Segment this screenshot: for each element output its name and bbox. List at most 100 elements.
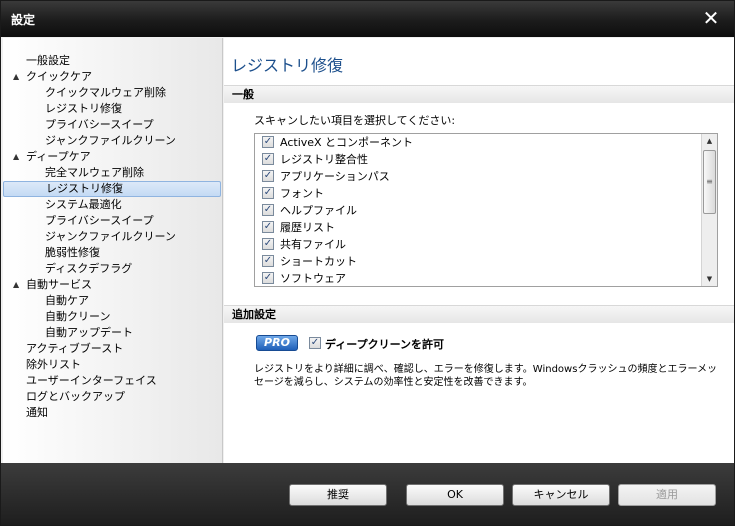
checkmark-icon[interactable]: ✓ [262,272,274,284]
list-item-label: ActiveX とコンポーネント [280,136,414,149]
tree-item[interactable]: ログとバックアップ [3,389,222,405]
list-item-label: ヘルプファイル [280,204,357,217]
deep-clean-description: レジストリをより詳細に調べ、確認し、エラーを修復します。Windowsクラッシュ… [254,364,718,388]
tree-item-label: ログとバックアップ [26,390,125,403]
list-item-label: フォント [280,187,324,200]
tree-item[interactable]: 一般設定 [3,53,222,69]
tree-item-label: 自動アップデート [45,326,133,339]
tree-item[interactable]: アクティブブースト [3,341,222,357]
tree-item[interactable]: 自動アップデート [3,325,222,341]
expand-arrow-icon[interactable]: ▲ [13,277,19,293]
scroll-thumb[interactable]: ≡ [703,150,716,214]
list-item[interactable]: ✓ 共有ファイル [255,236,717,253]
tree-item[interactable]: レジストリ修復 [3,181,221,197]
tree-item-label: クイックマルウェア削除 [45,86,166,99]
tree-item-label: システム最適化 [45,198,122,211]
tree-item-label: 完全マルウェア削除 [45,166,144,179]
tree-item[interactable]: 自動ケア [3,293,222,309]
tree-item-label: 自動クリーン [45,310,111,323]
title-bar: 設定 ✕ [1,1,734,37]
list-item[interactable]: ✓ ヘルプファイル [255,202,717,219]
list-item-label: 履歴リスト [280,221,335,234]
tree-item[interactable]: 自動クリーン [3,309,222,325]
tree-item[interactable]: システム最適化 [3,197,222,213]
section-general: 一般 [224,85,734,103]
scan-items-list: ✓ ActiveX とコンポーネント ✓ レジストリ整合性 ✓ アプリケーションパス ✓ フォ… [254,133,718,287]
checkmark-icon[interactable]: ✓ [309,337,321,349]
checkmark-icon[interactable]: ✓ [262,238,274,250]
tree-item[interactable]: ▲ 自動サービス [3,277,222,293]
page-title: レジストリ修復 [231,56,344,75]
tree-item-label: ジャンクファイルクリーン [45,134,176,147]
tree-item[interactable]: ▲ ディープケア [3,149,222,165]
tree-item[interactable]: プライバシースイープ [3,117,222,133]
scroll-down-icon[interactable]: ▼ [702,272,717,286]
tree-item-label: 一般設定 [26,54,70,67]
tree-item-label: 除外リスト [26,358,81,371]
scroll-up-icon[interactable]: ▲ [702,134,717,148]
checkmark-icon[interactable]: ✓ [262,255,274,267]
section-additional: 追加設定 [224,305,734,323]
list-scrollbar[interactable]: ▲ ≡ ▼ [701,134,717,286]
recommend-button[interactable]: 推奨 [289,484,387,506]
list-item-label: レジストリ整合性 [280,153,368,166]
tree-item[interactable]: 除外リスト [3,357,222,373]
tree-item[interactable]: レジストリ修復 [3,101,222,117]
checkmark-icon[interactable]: ✓ [262,136,274,148]
list-item[interactable]: ✓ レジストリ整合性 [255,151,717,168]
list-item-label: ショートカット [280,255,357,268]
tree-item[interactable]: ▲ クイックケア [3,69,222,85]
list-item-label: 共有ファイル [280,238,346,251]
content-panel: レジストリ修復 一般 スキャンしたい項目を選択してください: ✓ ActiveX … [224,38,734,463]
tree-item[interactable]: ユーザーインターフェイス [3,373,222,389]
checkmark-icon[interactable]: ✓ [262,221,274,233]
tree-item[interactable]: ジャンクファイルクリーン [3,229,222,245]
checkmark-icon[interactable]: ✓ [262,187,274,199]
tree-item[interactable]: 通知 [3,405,222,421]
tree-item-label: 自動ケア [45,294,89,307]
tree-item-label: 通知 [26,406,48,419]
list-item-label: アプリケーションパス [280,170,390,183]
tree-item[interactable]: プライバシースイープ [3,213,222,229]
list-item[interactable]: ✓ アプリケーションパス [255,168,717,185]
list-item-label: ソフトウェア [280,272,346,285]
tree-item[interactable]: ディスクデフラグ [3,261,222,277]
settings-window: 設定 ✕ 一般設定 ▲ クイックケア クイックマルウェア削除 レジストリ修復 プライバシー… [0,0,735,526]
tree-item-label: プライバシースイープ [45,118,154,131]
apply-button[interactable]: 適用 [618,484,716,506]
tree-item-label: ユーザーインターフェイス [26,374,157,387]
tree-item-label: ディスクデフラグ [45,262,133,275]
tree-item-label: プライバシースイープ [45,214,154,227]
deep-clean-label[interactable]: ディープクリーンを許可 [325,336,444,352]
tree-item-label: 脆弱性修復 [45,246,100,259]
scan-items-label: スキャンしたい項目を選択してください: [254,114,456,127]
expand-arrow-icon[interactable]: ▲ [13,149,19,165]
checkmark-icon[interactable]: ✓ [262,153,274,165]
tree-item-label: レジストリ修復 [46,182,123,195]
tree-item[interactable]: 完全マルウェア削除 [3,165,222,181]
list-item[interactable]: ✓ ActiveX とコンポーネント [255,134,717,151]
tree-item[interactable]: クイックマルウェア削除 [3,85,222,101]
list-item[interactable]: ✓ 履歴リスト [255,219,717,236]
checkmark-icon[interactable]: ✓ [262,170,274,182]
tree-item-label: 自動サービス [26,278,92,291]
settings-tree: 一般設定 ▲ クイックケア クイックマルウェア削除 レジストリ修復 プライバシースイープジ… [3,38,223,463]
tree-item-label: ディープケア [26,150,91,163]
tree-item-label: クイックケア [26,70,92,83]
tree-item-label: レジストリ修復 [45,102,122,115]
ok-button[interactable]: OK [406,484,504,506]
cancel-button[interactable]: キャンセル [512,484,610,506]
close-icon[interactable]: ✕ [700,7,722,29]
list-item[interactable]: ✓ ショートカット [255,253,717,270]
dialog-footer: 推奨 OK キャンセル 適用 [1,463,734,525]
expand-arrow-icon[interactable]: ▲ [13,69,19,85]
tree-item-label: ジャンクファイルクリーン [45,230,176,243]
list-item[interactable]: ✓ フォント [255,185,717,202]
pro-badge: PRO [256,335,298,351]
tree-item-label: アクティブブースト [26,342,124,355]
tree-item[interactable]: ジャンクファイルクリーン [3,133,222,149]
tree-item[interactable]: 脆弱性修復 [3,245,222,261]
list-item[interactable]: ✓ ソフトウェア [255,270,717,286]
checkmark-icon[interactable]: ✓ [262,204,274,216]
window-title: 設定 [11,13,36,27]
